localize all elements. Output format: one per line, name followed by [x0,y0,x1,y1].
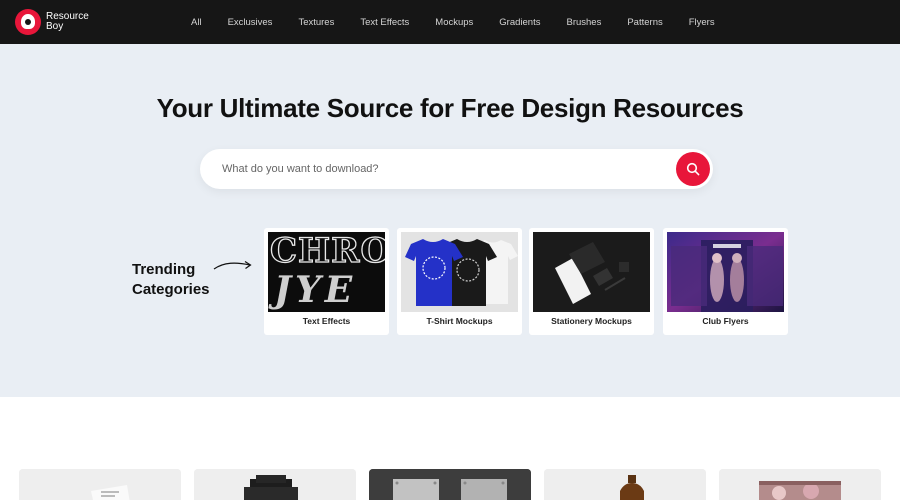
category-label: Club Flyers [702,316,749,326]
tshirt-mockups-thumbnail [401,232,518,312]
tshirt-image [401,232,518,312]
nav-item-flyers[interactable]: Flyers [676,17,728,28]
main-nav: All Exclusives Textures Text Effects Moc… [178,0,728,44]
category-label: T-Shirt Mockups [426,316,493,326]
category-card-text-effects[interactable]: CHRO JYE Text Effects [264,228,389,335]
club-flyers-thumbnail [667,232,784,312]
nav-item-exclusives[interactable]: Exclusives [215,17,286,28]
curved-arrow-icon [213,260,252,270]
trending-line2: Categories [132,281,210,298]
flyer-image [667,232,784,312]
nav-item-textures[interactable]: Textures [285,17,347,28]
category-card-stationery-mockups[interactable]: Stationery Mockups [529,228,654,335]
resource-thumbnail [369,469,531,500]
nav-item-patterns[interactable]: Patterns [614,17,675,28]
resource-tile[interactable] [369,469,531,500]
resource-tile[interactable] [544,469,706,500]
logo-text-line2: Boy [46,21,64,32]
stationery-mockups-thumbnail [533,232,650,312]
resource-tile[interactable] [719,469,881,500]
search-input[interactable] [222,149,662,189]
resource-thumbnail [544,469,706,500]
resource-thumbnail [19,469,181,500]
resource-tile[interactable] [19,469,181,500]
top-navigation-bar: Resource Boy All Exclusives Textures Tex… [0,0,900,44]
thumb-text-2: JYE [274,269,357,311]
resource-thumbnail [194,469,356,500]
search-button[interactable] [676,152,710,186]
hero-title: Your Ultimate Source for Free Design Res… [156,93,744,123]
resource-thumbnail [719,469,881,500]
nav-item-mockups[interactable]: Mockups [422,17,486,28]
resource-tile[interactable] [194,469,356,500]
trending-categories-heading: Trending Categories [132,260,210,300]
hero-section: Your Ultimate Source for Free Design Res… [0,44,900,397]
nav-item-text-effects[interactable]: Text Effects [347,17,422,28]
site-logo[interactable]: Resource Boy [15,9,96,35]
nav-item-brushes[interactable]: Brushes [553,17,614,28]
nav-item-all[interactable]: All [178,17,215,28]
logo-text: Resource Boy [46,12,96,32]
search-bar [200,149,713,189]
category-card-club-flyers[interactable]: Club Flyers [663,228,788,335]
category-label: Stationery Mockups [551,316,632,326]
trending-line1: Trending [132,261,196,278]
thumb-text-1: CHRO [269,232,385,271]
search-icon [686,162,700,176]
text-effects-thumbnail: CHRO JYE [268,232,385,312]
nav-item-gradients[interactable]: Gradients [486,17,553,28]
stationery-image [533,232,650,312]
category-card-tshirt-mockups[interactable]: T-Shirt Mockups [397,228,522,335]
category-label: Text Effects [302,316,351,326]
logo-icon [15,9,41,35]
